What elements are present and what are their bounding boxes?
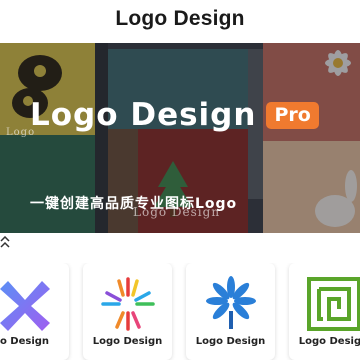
chevron-stack-icon: [0, 236, 10, 248]
template-label: o Design: [0, 336, 50, 347]
blue-flower-logo-icon: [205, 276, 256, 329]
template-card[interactable]: o Design: [0, 263, 69, 360]
banner-subtitle: 一键创建高品质专业图标Logo: [30, 196, 238, 212]
page-title: Logo Design: [115, 6, 245, 30]
template-label: Logo Design: [92, 336, 163, 347]
template-label: Logo Design: [298, 336, 360, 347]
template-list: o Design Logo Design Logo Design Logo De…: [0, 263, 360, 360]
banner-title-row: Logo Design Pro: [30, 93, 319, 137]
template-label: Logo Design: [195, 336, 266, 347]
template-card[interactable]: Logo Design: [289, 263, 360, 360]
rainbow-burst-logo-icon: [100, 277, 155, 331]
x-gradient-logo-icon: [0, 281, 50, 331]
pro-badge: Pro: [266, 101, 319, 129]
green-maze-logo-icon: [306, 277, 360, 331]
template-card[interactable]: Logo Design: [83, 263, 172, 360]
app-header: Logo Design: [0, 0, 360, 37]
template-card[interactable]: Logo Design: [186, 263, 275, 360]
banner-title: Logo Design: [30, 97, 257, 133]
hero-banner[interactable]: Logo Logo Design Logo Design Pro 一键创建高品质…: [0, 43, 360, 233]
